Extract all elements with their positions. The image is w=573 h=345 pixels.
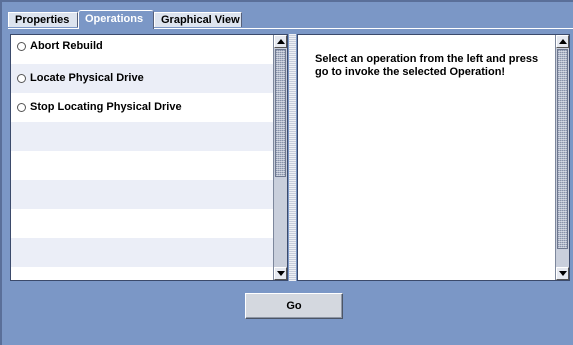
- scroll-down-button[interactable]: [556, 267, 569, 280]
- operation-label: Stop Locating Physical Drive: [30, 101, 182, 113]
- list-item: [11, 122, 273, 151]
- list-item: [11, 180, 273, 209]
- split-pane-divider[interactable]: [289, 34, 296, 281]
- radio-button-icon[interactable]: [17, 102, 26, 112]
- instruction-text: Select an operation from the left and pr…: [315, 53, 539, 78]
- scroll-down-button[interactable]: [274, 267, 287, 280]
- tab-bar: Properties Operations Graphical View: [8, 10, 573, 29]
- list-item: Stop Locating Physical Drive: [11, 93, 273, 122]
- scroll-up-button[interactable]: [274, 35, 287, 48]
- tab-operations[interactable]: Operations: [78, 10, 154, 29]
- go-button[interactable]: Go: [245, 293, 343, 319]
- radio-button-icon[interactable]: [17, 73, 26, 83]
- operation-option-locate-physical-drive[interactable]: Locate Physical Drive: [17, 72, 144, 84]
- arrow-up-icon: [276, 39, 285, 44]
- arrow-down-icon: [276, 271, 285, 276]
- operations-list-panel: Abort Rebuild Locate Physical Drive Stop…: [10, 34, 288, 281]
- list-item: Locate Physical Drive: [11, 64, 273, 93]
- list-item: Abort Rebuild: [11, 35, 273, 64]
- scrollbar-thumb[interactable]: [557, 49, 568, 249]
- operation-option-stop-locating-physical-drive[interactable]: Stop Locating Physical Drive: [17, 101, 182, 113]
- arrow-up-icon: [558, 39, 567, 44]
- arrow-down-icon: [558, 271, 567, 276]
- list-item: [11, 151, 273, 180]
- list-item: [11, 238, 273, 267]
- operation-label: Abort Rebuild: [30, 40, 103, 52]
- operation-option-abort-rebuild[interactable]: Abort Rebuild: [17, 40, 103, 52]
- tab-properties[interactable]: Properties: [8, 12, 78, 27]
- operations-list-scrollbar[interactable]: [273, 35, 287, 280]
- scrollbar-thumb[interactable]: [275, 49, 286, 177]
- list-item: [11, 267, 273, 280]
- message-panel: Select an operation from the left and pr…: [297, 34, 570, 281]
- list-item: [11, 209, 273, 238]
- tab-graphical-view[interactable]: Graphical View: [154, 12, 242, 27]
- operation-label: Locate Physical Drive: [30, 72, 144, 84]
- radio-button-icon[interactable]: [17, 41, 26, 51]
- message-panel-scrollbar[interactable]: [555, 35, 569, 280]
- operations-list: Abort Rebuild Locate Physical Drive Stop…: [11, 35, 273, 280]
- scroll-up-button[interactable]: [556, 35, 569, 48]
